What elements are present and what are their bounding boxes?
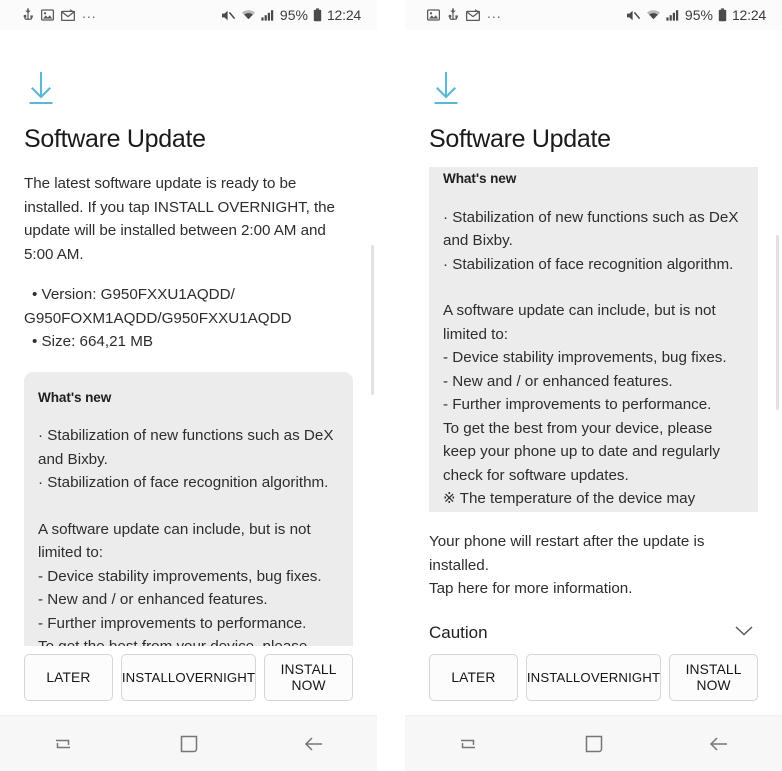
back-icon[interactable] bbox=[251, 734, 377, 754]
more-info-link[interactable]: Tap here for more information. bbox=[429, 577, 758, 601]
home-icon[interactable] bbox=[126, 734, 252, 754]
signal-bars-icon bbox=[666, 9, 680, 21]
version-line-1: • Version: G950FXXU1AQDD/ bbox=[32, 286, 235, 303]
install-now-button[interactable]: INSTALL NOW bbox=[264, 654, 354, 701]
status-bar-right-left-icons: ... bbox=[427, 5, 502, 23]
vertical-scrollbar[interactable] bbox=[371, 245, 374, 395]
whats-new-card-right: What's new · Stabilization of new functi… bbox=[429, 167, 758, 512]
install-overnight-button[interactable]: INSTALL OVERNIGHT bbox=[120, 654, 257, 701]
whats-new-body-4: To get the best from your device, please… bbox=[443, 419, 720, 484]
whats-new-body-intro: A software update can include, but is no… bbox=[443, 302, 716, 343]
whats-new-body-3: - Further improvements to performance. bbox=[38, 614, 307, 632]
phone-screen-right: ... 95% 12:24 Software Update What's new… bbox=[405, 0, 782, 771]
install-overnight-line-2: OVERNIGHT bbox=[175, 669, 256, 685]
card-spacer bbox=[38, 495, 339, 518]
action-button-bar-right: LATER INSTALL OVERNIGHT INSTALL NOW bbox=[405, 646, 782, 715]
whats-new-body-5: ※ The temperature of the device may temp… bbox=[443, 490, 696, 507]
recents-icon[interactable] bbox=[405, 733, 531, 755]
whats-new-bullet-2: · Stabilization of face recognition algo… bbox=[38, 474, 329, 491]
update-content-right: Software Update What's new · Stabilizati… bbox=[405, 30, 782, 646]
status-bar-right: ... 95% 12:24 bbox=[405, 0, 782, 30]
whats-new-body-1: - Device stability improvements, bug fix… bbox=[443, 349, 727, 366]
clock-label: 12:24 bbox=[326, 7, 361, 23]
signal-bars-icon bbox=[261, 9, 275, 21]
nav-bar-left bbox=[0, 715, 377, 771]
install-overnight-line-1: INSTALL bbox=[121, 669, 176, 685]
clock-label: 12:24 bbox=[731, 7, 766, 23]
update-meta: • Version: G950FXXU1AQDD/ G950FOXM1AQDD/… bbox=[24, 283, 353, 354]
whats-new-body-1: - Device stability improvements, bug fix… bbox=[38, 567, 322, 585]
mail-icon bbox=[61, 9, 75, 21]
post-card-notes: Your phone will restart after the update… bbox=[429, 530, 758, 601]
caution-label: Caution bbox=[429, 622, 488, 642]
whats-new-body-2: - New and / or enhanced features. bbox=[443, 372, 673, 390]
battery-percent-label: 95% bbox=[279, 7, 308, 23]
install-overnight-button[interactable]: INSTALL OVERNIGHT bbox=[525, 654, 662, 701]
page-title: Software Update bbox=[24, 125, 206, 153]
screenshot-gutter bbox=[377, 0, 405, 771]
whats-new-card-left: What's new · Stabilization of new functi… bbox=[24, 371, 353, 646]
caution-expander-row[interactable]: Caution bbox=[429, 623, 758, 643]
whats-new-body-2: - New and / or enhanced features. bbox=[38, 591, 268, 608]
mail-icon bbox=[466, 9, 480, 21]
battery-icon bbox=[718, 8, 727, 22]
status-overflow-dots: ... bbox=[82, 5, 97, 21]
phone-screen-left: ... 95% 12:24 Software Update The latest… bbox=[0, 0, 377, 771]
dual-screenshot-comparison: ... 95% 12:24 Software Update The latest… bbox=[0, 0, 782, 771]
mute-icon bbox=[626, 9, 641, 22]
intro-paragraph: The latest software update is ready to b… bbox=[24, 175, 335, 263]
update-content-left: Software Update The latest software upda… bbox=[0, 30, 377, 646]
whats-new-body-4: To get the best from your device, please… bbox=[38, 635, 339, 646]
restart-note: Your phone will restart after the update… bbox=[429, 533, 705, 574]
card-spacer bbox=[443, 276, 744, 299]
install-overnight-line-2: OVERNIGHT bbox=[580, 669, 661, 685]
battery-icon bbox=[313, 8, 322, 22]
status-bar-right-icons: 95% 12:24 bbox=[221, 7, 361, 23]
status-overflow-dots: ... bbox=[487, 5, 502, 21]
vertical-scrollbar[interactable] bbox=[776, 235, 779, 410]
download-icon bbox=[429, 70, 758, 111]
whats-new-bullet-1: · Stabilization of new functions such as… bbox=[38, 427, 334, 468]
scrolled-card-viewport[interactable]: What's new · Stabilization of new functi… bbox=[429, 167, 758, 512]
later-button[interactable]: LATER bbox=[24, 654, 113, 701]
whats-new-heading: What's new bbox=[443, 171, 517, 186]
usb-icon bbox=[447, 8, 459, 22]
page-title: Software Update bbox=[429, 125, 611, 153]
home-icon[interactable] bbox=[531, 734, 657, 754]
status-bar-right-right-icons: 95% 12:24 bbox=[626, 7, 766, 23]
chevron-down-icon[interactable] bbox=[734, 624, 754, 642]
action-button-bar-left: LATER INSTALL OVERNIGHT INSTALL NOW bbox=[0, 646, 377, 715]
whats-new-body-intro: A software update can include, but is no… bbox=[38, 520, 311, 562]
whats-new-bullet-2: · Stabilization of face recognition algo… bbox=[443, 255, 734, 273]
wifi-icon bbox=[241, 9, 256, 21]
mute-icon bbox=[221, 9, 236, 22]
whats-new-bullet-1: · Stabilization of new functions such as… bbox=[443, 208, 739, 250]
image-icon bbox=[427, 9, 440, 21]
version-line-2: G950FOXM1AQDD/G950FXXU1AQDD bbox=[24, 309, 292, 327]
nav-bar-right bbox=[405, 715, 782, 771]
whats-new-body-3: - Further improvements to performance. bbox=[443, 396, 712, 413]
download-icon bbox=[24, 70, 353, 111]
image-icon bbox=[41, 9, 54, 21]
later-button[interactable]: LATER bbox=[429, 654, 518, 701]
status-bar-left-icons: ... bbox=[22, 5, 97, 23]
status-bar-left: ... 95% 12:24 bbox=[0, 0, 377, 30]
wifi-icon bbox=[646, 9, 661, 21]
whats-new-heading: What's new bbox=[38, 389, 112, 405]
back-icon[interactable] bbox=[656, 734, 782, 754]
size-line: • Size: 664,21 MB bbox=[32, 333, 153, 350]
battery-percent-label: 95% bbox=[684, 7, 713, 23]
usb-icon bbox=[22, 8, 34, 22]
recents-icon[interactable] bbox=[0, 733, 126, 755]
install-now-button[interactable]: INSTALL NOW bbox=[669, 654, 759, 701]
install-overnight-line-1: INSTALL bbox=[526, 669, 581, 685]
